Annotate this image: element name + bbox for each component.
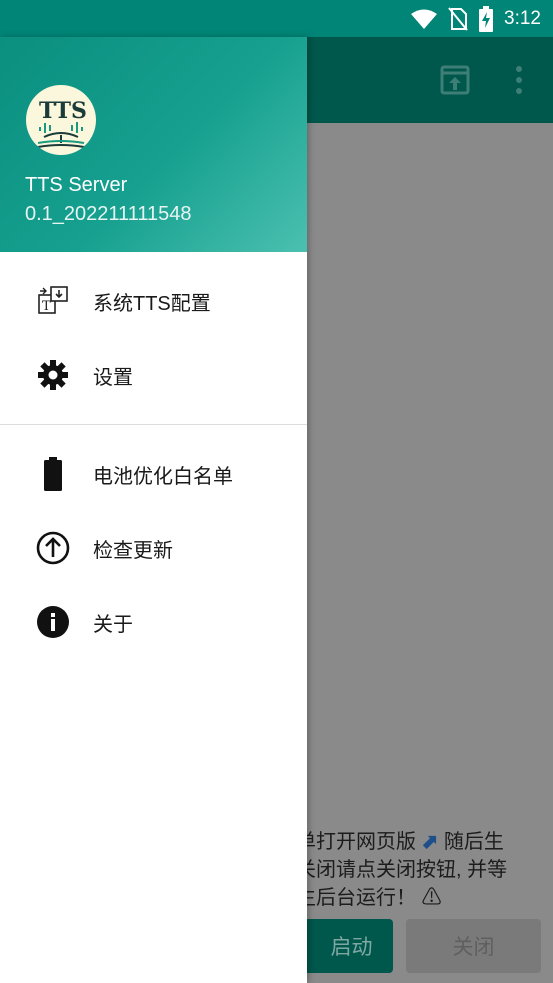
close-button[interactable]: 关闭 (406, 919, 541, 973)
warning-icon: ⚠ (421, 887, 442, 909)
arrow-up-circle-icon (36, 531, 70, 565)
menu-divider (0, 424, 307, 425)
app-name: TTS Server (25, 174, 128, 196)
svg-text:T: T (42, 299, 51, 314)
menu-item-about[interactable]: 关于 (0, 585, 307, 659)
status-bar: 3:12 (0, 0, 553, 37)
drawer-header: TTS TTS Server 0.1_202211111548 (0, 37, 307, 252)
external-link-icon: ⬈ (421, 831, 439, 853)
menu-label: 检查更新 (93, 539, 173, 562)
menu-label: 关于 (93, 613, 133, 636)
more-vert-icon[interactable] (512, 65, 526, 99)
wifi-icon (411, 9, 438, 29)
menu-label: 系统TTS配置 (93, 292, 211, 315)
battery-charging-icon (479, 5, 494, 32)
battery-icon (36, 457, 70, 491)
gear-icon (36, 358, 70, 392)
info-icon (36, 605, 70, 639)
menu-item-settings[interactable]: 设置 (0, 338, 307, 412)
menu-label: 设置 (93, 366, 133, 389)
tts-config-icon: T (36, 284, 70, 318)
navigation-drawer: TTS TTS Server 0.1_202211111548 T 系统TTS配… (0, 37, 307, 983)
no-sim-icon (448, 6, 468, 31)
status-time: 3:12 (504, 7, 541, 29)
hint-text: 单打开网页版 ⬈ 随后生 关闭请点关闭按钮, 并等 生后台运行！ ⚠ (296, 831, 508, 909)
app-logo: TTS (26, 85, 96, 155)
menu-label: 电池优化白名单 (93, 465, 233, 488)
menu-item-battery-whitelist[interactable]: 电池优化白名单 (0, 437, 307, 511)
app-version: 0.1_202211111548 (25, 203, 192, 225)
svg-text:TTS: TTS (39, 98, 87, 124)
menu-item-tts-config[interactable]: T 系统TTS配置 (0, 264, 307, 338)
open-in-browser-icon[interactable] (440, 65, 470, 99)
menu-item-check-update[interactable]: 检查更新 (0, 511, 307, 585)
